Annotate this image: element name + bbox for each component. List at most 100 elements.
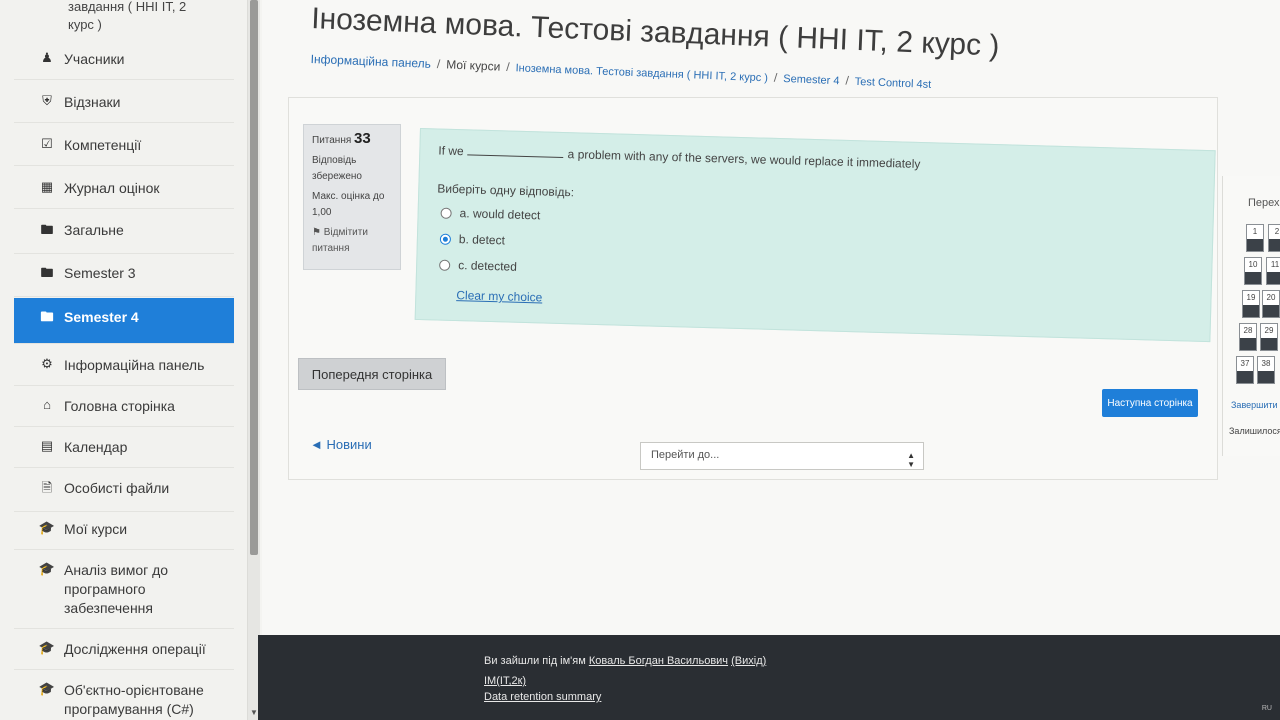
sidebar-item-label: Календар: [64, 439, 128, 455]
question-box: If we a problem with any of the servers, …: [414, 128, 1216, 343]
sidebar-item-label: Особисті файли: [64, 480, 170, 496]
sidebar-item-label: Semester 3: [64, 265, 136, 281]
quiz-nav-number: 38: [1261, 359, 1271, 368]
quiz-nav-button[interactable]: 2: [1268, 224, 1280, 252]
question-text: If we a problem with any of the servers, …: [438, 144, 920, 171]
sidebar-item-private-files[interactable]: 🗎 Особисті файли: [14, 469, 234, 512]
answered-bar: [1263, 305, 1279, 317]
retention-line: Data retention summary: [484, 691, 601, 703]
sidebar: завдання ( ННІ ІТ, 2 курс ) ♟ Учасники ⛨ В…: [0, 0, 248, 720]
sidebar-item-label: Відзнаки: [64, 94, 121, 110]
radio-b[interactable]: [439, 233, 452, 245]
sidebar-scrollbar-thumb[interactable]: [250, 0, 258, 555]
sidebar-item-course-requirements[interactable]: 🎓 Аналіз вимог до програмного забезпеченн…: [14, 551, 234, 629]
course-home-link[interactable]: ІМ(ІТ,2к): [484, 675, 526, 687]
breadcrumb-my-courses[interactable]: Мої курси: [446, 57, 501, 73]
finish-attempt-link[interactable]: Завершити: [1231, 400, 1278, 410]
quiz-nav-button[interactable]: 29: [1260, 323, 1278, 351]
sidebar-item-label: Учасники: [64, 51, 125, 67]
quiz-nav-button[interactable]: 1: [1246, 224, 1264, 252]
sidebar-item-label: Загальне: [64, 222, 124, 238]
radio-c[interactable]: [439, 259, 451, 271]
question-text-before: If we: [438, 143, 464, 159]
quiz-navigation-title: Перех: [1248, 197, 1280, 209]
answer-option-b[interactable]: b. detect: [439, 232, 506, 248]
answered-bar: [1258, 371, 1274, 383]
sidebar-item-semester-4[interactable]: 🖿 Semester 4: [14, 298, 234, 344]
folder-icon: 🖿: [40, 222, 54, 237]
quiz-nav-button[interactable]: 28: [1239, 323, 1257, 351]
answer-option-c[interactable]: c. detected: [439, 258, 517, 274]
sidebar-item-label: Semester 4: [64, 309, 139, 325]
question-max-grade: Макс. оцінка до 1,00: [312, 191, 385, 218]
sidebar-item-semester-3[interactable]: 🖿 Semester 3: [14, 254, 234, 297]
answered-bar: [1247, 239, 1263, 251]
sidebar-item-dashboard[interactable]: ⚙ Інформаційна панель: [14, 346, 234, 386]
sidebar-item-home[interactable]: ⌂ Головна сторінка: [14, 387, 234, 427]
quiz-nav-button[interactable]: 19: [1242, 290, 1260, 318]
sidebar-item-competencies[interactable]: ☑ Компетенції: [14, 126, 234, 166]
time-remaining-label: Залишилося: [1229, 426, 1280, 436]
answer-option-label: b. detect: [458, 232, 506, 248]
jump-to-placeholder: Перейти до...: [651, 449, 720, 461]
graduation-cap-icon: 🎓: [38, 681, 56, 696]
quiz-nav-number: 20: [1266, 293, 1276, 302]
answered-bar: [1269, 239, 1280, 251]
sidebar-course-fragment[interactable]: завдання ( ННІ ІТ, 2 курс ): [68, 0, 186, 34]
shield-icon: ⛨: [42, 93, 52, 108]
jump-to-select[interactable]: Перейти до... ▲ ▼: [640, 442, 924, 470]
flag-question-label: Відмітити питання: [312, 227, 368, 254]
quiz-nav-number: 37: [1240, 359, 1250, 368]
clear-choice-link[interactable]: Clear my choice: [456, 288, 542, 304]
sidebar-item-label: Об'єктно-орієнтоване програмування (C#): [64, 682, 204, 717]
logout-link[interactable]: (Вихід): [731, 655, 766, 667]
quiz-nav-number: 1: [1252, 227, 1258, 236]
data-retention-link[interactable]: Data retention summary: [484, 691, 601, 703]
quiz-nav-button[interactable]: 11: [1266, 257, 1280, 285]
previous-page-button[interactable]: Попередня сторінка: [298, 358, 446, 390]
users-icon: ♟: [41, 50, 53, 65]
answered-bar: [1267, 272, 1280, 284]
sidebar-item-course-operations[interactable]: 🎓 Дослідження операції: [14, 630, 234, 670]
dashboard-icon: ⚙: [41, 356, 53, 371]
quiz-nav-number: 19: [1246, 293, 1256, 302]
breadcrumb-separator: /: [845, 73, 850, 88]
logged-in-prefix: Ви зайшли під ім'ям: [484, 655, 586, 667]
course-short-name: ІМ(ІТ,2к): [484, 675, 526, 687]
file-icon: 🗎: [41, 480, 53, 495]
logged-in-info: Ви зайшли під ім'ям Коваль Богдан Василь…: [484, 655, 766, 667]
quiz-nav-button[interactable]: 10: [1244, 257, 1262, 285]
sidebar-item-my-courses[interactable]: 🎓 Мої курси: [14, 510, 234, 550]
flag-icon: ⚑: [312, 227, 321, 238]
sidebar-item-label: Мої курси: [64, 521, 128, 537]
answered-bar: [1261, 338, 1277, 350]
sidebar-item-general[interactable]: 🖿 Загальне: [14, 211, 234, 254]
answer-option-label: a. would detect: [459, 206, 541, 223]
answer-option-label: c. detected: [457, 258, 518, 274]
flag-question-link[interactable]: ⚑ Відмітити питання: [312, 225, 392, 257]
page-footer: Ви зайшли під ім'ям Коваль Богдан Василь…: [258, 635, 1280, 720]
next-page-button[interactable]: Наступна сторінка: [1102, 389, 1198, 417]
sidebar-item-badges[interactable]: ⛨ Відзнаки: [14, 83, 234, 123]
folder-icon: 🖿: [40, 309, 54, 324]
sidebar-item-participants[interactable]: ♟ Учасники: [14, 40, 234, 80]
sidebar-item-grades[interactable]: ▦ Журнал оцінок: [14, 169, 234, 209]
news-link[interactable]: ◄ Новини: [310, 437, 372, 452]
sidebar-item-label: Головна сторінка: [64, 398, 175, 414]
breadcrumb-semester[interactable]: Semester 4: [783, 73, 840, 87]
quiz-nav-button[interactable]: 37: [1236, 356, 1254, 384]
checkbox-icon: ☑: [41, 136, 53, 151]
sidebar-item-calendar[interactable]: ▤ Календар: [14, 428, 234, 468]
answer-option-a[interactable]: a. would detect: [440, 206, 541, 223]
quiz-nav-button[interactable]: 38: [1257, 356, 1275, 384]
answered-bar: [1240, 338, 1256, 350]
radio-a[interactable]: [440, 207, 452, 219]
sidebar-item-course-oop[interactable]: 🎓 Об'єктно-орієнтоване програмування (C#): [14, 671, 234, 720]
folder-icon: 🖿: [40, 265, 54, 280]
quiz-nav-number: 2: [1274, 227, 1280, 236]
answer-prompt: Виберіть одну відповідь:: [437, 181, 575, 200]
quiz-nav-number: 29: [1264, 326, 1274, 335]
quiz-nav-button[interactable]: 20: [1262, 290, 1280, 318]
sidebar-item-label: Дослідження операції: [64, 641, 206, 657]
user-profile-link[interactable]: Коваль Богдан Васильович: [589, 655, 728, 667]
